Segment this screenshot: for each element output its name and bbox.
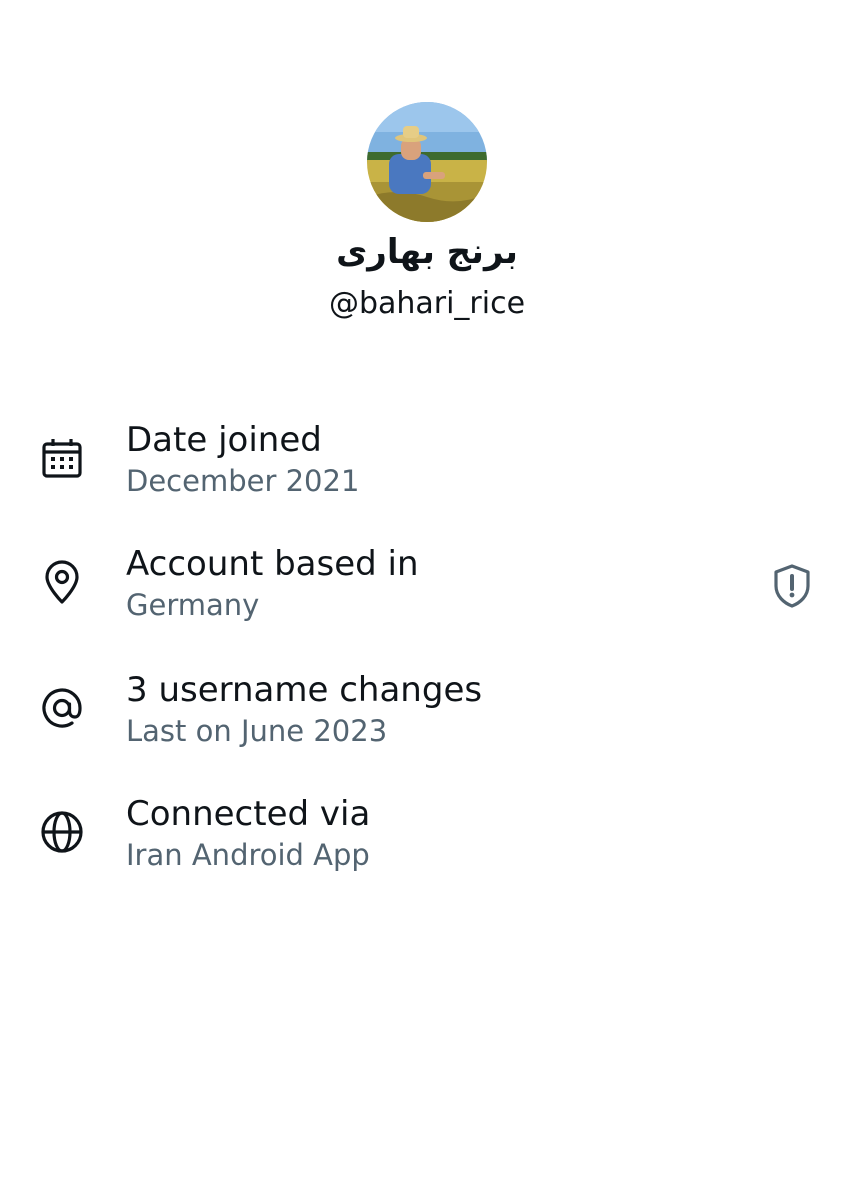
username-handle: @bahari_rice <box>328 286 526 321</box>
row-value: December 2021 <box>126 464 360 498</box>
at-sign-icon <box>42 688 82 728</box>
profile-avatar[interactable] <box>367 102 487 222</box>
info-row-date-joined: Date joined December 2021 <box>0 418 854 508</box>
info-row-connected-via: Connected via Iran Android App <box>0 792 854 882</box>
info-row-username-changes: 3 username changes Last on June 2023 <box>0 668 854 758</box>
shield-alert-icon[interactable] <box>766 560 818 612</box>
row-title: Connected via <box>126 794 371 834</box>
calendar-icon <box>42 439 82 478</box>
location-pin-icon <box>45 560 79 604</box>
row-title: 3 username changes <box>126 670 483 710</box>
row-value: Iran Android App <box>126 838 370 872</box>
row-title: Account based in <box>126 544 419 584</box>
display-name: برنج بهاری <box>336 232 518 272</box>
row-value: Germany <box>126 588 260 622</box>
info-row-account-based-in: Account based in Germany <box>0 542 854 632</box>
row-title: Date joined <box>126 420 322 460</box>
avatar-photo <box>367 102 487 222</box>
globe-icon <box>41 811 83 853</box>
row-value: Last on June 2023 <box>126 714 388 748</box>
